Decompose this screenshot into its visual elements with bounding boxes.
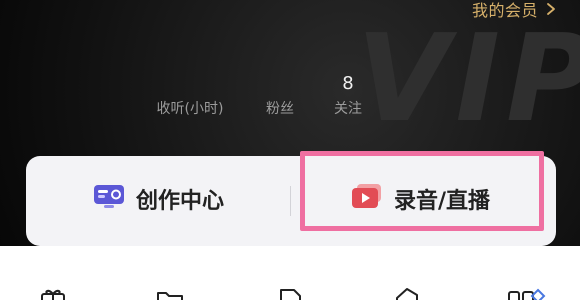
stats-row: 收听(小时) 粉丝 8 关注 bbox=[140, 72, 385, 132]
document-icon[interactable] bbox=[275, 286, 305, 300]
profile-screen: VIP 我的会员 收听(小时) 粉丝 8 关注 创作中心 录音/直播 bbox=[0, 0, 580, 300]
chevron-right-icon bbox=[542, 0, 560, 18]
stat-value bbox=[250, 72, 310, 96]
tag-icon[interactable] bbox=[392, 286, 422, 300]
record-live-button[interactable]: 录音/直播 bbox=[350, 182, 490, 216]
apps-icon[interactable] bbox=[506, 286, 546, 300]
stat-followers[interactable]: 粉丝 bbox=[250, 72, 310, 118]
creator-center-button[interactable]: 创作中心 bbox=[92, 182, 224, 216]
my-membership-link[interactable]: 我的会员 bbox=[472, 0, 560, 21]
gift-icon[interactable] bbox=[38, 286, 68, 300]
stat-listening-hours[interactable]: 收听(小时) bbox=[140, 72, 240, 118]
folder-icon[interactable] bbox=[155, 286, 185, 300]
creator-center-icon bbox=[92, 182, 126, 216]
vip-watermark: VIP bbox=[356, 10, 580, 149]
my-membership-label: 我的会员 bbox=[471, 1, 538, 20]
record-live-icon bbox=[350, 182, 384, 216]
stat-value: 8 bbox=[342, 73, 354, 94]
stat-label: 关注 bbox=[334, 101, 362, 117]
stat-value bbox=[140, 72, 240, 96]
stat-label: 收听(小时) bbox=[156, 101, 224, 117]
card-divider bbox=[290, 186, 291, 216]
stat-following[interactable]: 8 关注 bbox=[318, 72, 378, 118]
creator-center-label: 创作中心 bbox=[136, 189, 225, 214]
stat-label: 粉丝 bbox=[266, 101, 294, 117]
record-live-label: 录音/直播 bbox=[394, 189, 491, 214]
